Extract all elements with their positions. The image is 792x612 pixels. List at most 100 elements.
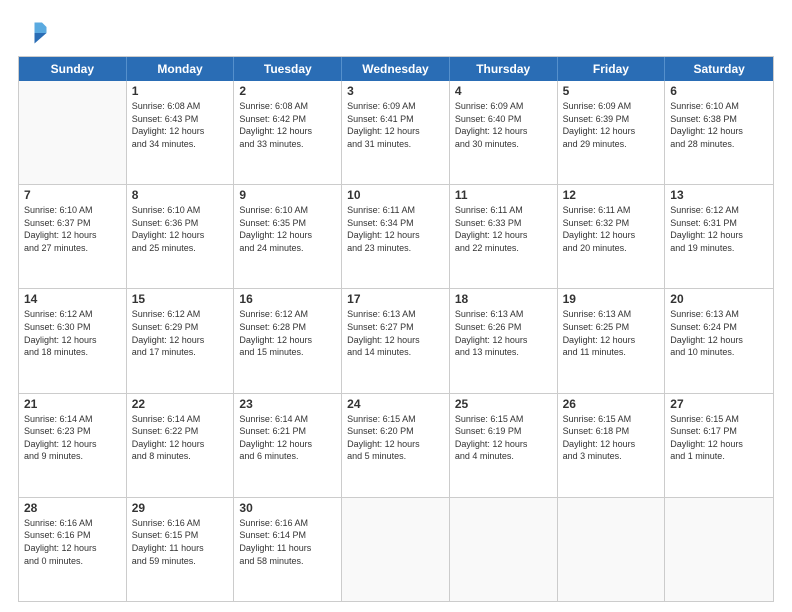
- day-number: 6: [670, 84, 768, 98]
- day-number: 30: [239, 501, 336, 515]
- day-info: Sunrise: 6:13 AM Sunset: 6:26 PM Dayligh…: [455, 308, 552, 358]
- calendar-cell: 2 Sunrise: 6:08 AM Sunset: 6:42 PM Daylig…: [234, 81, 342, 184]
- calendar-cell: 6 Sunrise: 6:10 AM Sunset: 6:38 PM Daylig…: [665, 81, 773, 184]
- day-info: Sunrise: 6:16 AM Sunset: 6:16 PM Dayligh…: [24, 517, 121, 567]
- day-number: 17: [347, 292, 444, 306]
- day-number: 29: [132, 501, 229, 515]
- day-info: Sunrise: 6:09 AM Sunset: 6:39 PM Dayligh…: [563, 100, 660, 150]
- header-day-tuesday: Tuesday: [234, 57, 342, 81]
- day-number: 1: [132, 84, 229, 98]
- calendar-cell: 1Sunrise: 6:08 AM Sunset: 6:43 PM Daylig…: [127, 81, 235, 184]
- day-number: 18: [455, 292, 552, 306]
- day-info: Sunrise: 6:13 AM Sunset: 6:27 PM Dayligh…: [347, 308, 444, 358]
- calendar-cell: 19 Sunrise: 6:13 AM Sunset: 6:25 PM Dayli…: [558, 289, 666, 392]
- calendar-cell: [665, 498, 773, 601]
- day-info: Sunrise: 6:12 AM Sunset: 6:30 PM Dayligh…: [24, 308, 121, 358]
- calendar-cell: 11Sunrise: 6:11 AM Sunset: 6:33 PM Dayli…: [450, 185, 558, 288]
- day-number: 19: [563, 292, 660, 306]
- calendar-cell: 17 Sunrise: 6:13 AM Sunset: 6:27 PM Dayli…: [342, 289, 450, 392]
- day-info: Sunrise: 6:12 AM Sunset: 6:31 PM Dayligh…: [670, 204, 768, 254]
- day-info: Sunrise: 6:10 AM Sunset: 6:36 PM Dayligh…: [132, 204, 229, 254]
- calendar-cell: 20 Sunrise: 6:13 AM Sunset: 6:24 PM Dayli…: [665, 289, 773, 392]
- header-day-thursday: Thursday: [450, 57, 558, 81]
- calendar-cell: 21Sunrise: 6:14 AM Sunset: 6:23 PM Dayli…: [19, 394, 127, 497]
- day-info: Sunrise: 6:15 AM Sunset: 6:19 PM Dayligh…: [455, 413, 552, 463]
- calendar-cell: 14 Sunrise: 6:12 AM Sunset: 6:30 PM Dayli…: [19, 289, 127, 392]
- day-info: Sunrise: 6:14 AM Sunset: 6:21 PM Dayligh…: [239, 413, 336, 463]
- calendar-cell: 3 Sunrise: 6:09 AM Sunset: 6:41 PM Daylig…: [342, 81, 450, 184]
- day-number: 11: [455, 188, 552, 202]
- day-info: Sunrise: 6:13 AM Sunset: 6:24 PM Dayligh…: [670, 308, 768, 358]
- day-number: 27: [670, 397, 768, 411]
- day-number: 13: [670, 188, 768, 202]
- calendar-row-4: 28 Sunrise: 6:16 AM Sunset: 6:16 PM Dayli…: [19, 498, 773, 601]
- calendar-cell: 5 Sunrise: 6:09 AM Sunset: 6:39 PM Daylig…: [558, 81, 666, 184]
- day-number: 26: [563, 397, 660, 411]
- page: SundayMondayTuesdayWednesdayThursdayFrid…: [0, 0, 792, 612]
- day-number: 15: [132, 292, 229, 306]
- day-number: 4: [455, 84, 552, 98]
- header-day-saturday: Saturday: [665, 57, 773, 81]
- calendar-cell: [558, 498, 666, 601]
- day-number: 24: [347, 397, 444, 411]
- calendar-cell: 4 Sunrise: 6:09 AM Sunset: 6:40 PM Daylig…: [450, 81, 558, 184]
- calendar-cell: 30 Sunrise: 6:16 AM Sunset: 6:14 PM Dayli…: [234, 498, 342, 601]
- calendar-cell: 24 Sunrise: 6:15 AM Sunset: 6:20 PM Dayli…: [342, 394, 450, 497]
- calendar-cell: 26Sunrise: 6:15 AM Sunset: 6:18 PM Dayli…: [558, 394, 666, 497]
- calendar-cell: 22Sunrise: 6:14 AM Sunset: 6:22 PM Dayli…: [127, 394, 235, 497]
- day-number: 5: [563, 84, 660, 98]
- day-number: 2: [239, 84, 336, 98]
- header-day-sunday: Sunday: [19, 57, 127, 81]
- header-day-monday: Monday: [127, 57, 235, 81]
- day-info: Sunrise: 6:11 AM Sunset: 6:34 PM Dayligh…: [347, 204, 444, 254]
- calendar-row-2: 14 Sunrise: 6:12 AM Sunset: 6:30 PM Dayli…: [19, 289, 773, 393]
- day-info: Sunrise: 6:10 AM Sunset: 6:38 PM Dayligh…: [670, 100, 768, 150]
- calendar-cell: 25Sunrise: 6:15 AM Sunset: 6:19 PM Dayli…: [450, 394, 558, 497]
- day-info: Sunrise: 6:12 AM Sunset: 6:28 PM Dayligh…: [239, 308, 336, 358]
- day-number: 16: [239, 292, 336, 306]
- calendar-cell: 27Sunrise: 6:15 AM Sunset: 6:17 PM Dayli…: [665, 394, 773, 497]
- calendar-row-3: 21Sunrise: 6:14 AM Sunset: 6:23 PM Dayli…: [19, 394, 773, 498]
- calendar-row-0: 1Sunrise: 6:08 AM Sunset: 6:43 PM Daylig…: [19, 81, 773, 185]
- calendar-cell: 7 Sunrise: 6:10 AM Sunset: 6:37 PM Daylig…: [19, 185, 127, 288]
- day-number: 22: [132, 397, 229, 411]
- day-info: Sunrise: 6:16 AM Sunset: 6:15 PM Dayligh…: [132, 517, 229, 567]
- day-number: 14: [24, 292, 121, 306]
- calendar-cell: 12 Sunrise: 6:11 AM Sunset: 6:32 PM Dayli…: [558, 185, 666, 288]
- calendar-cell: 23 Sunrise: 6:14 AM Sunset: 6:21 PM Dayli…: [234, 394, 342, 497]
- day-number: 7: [24, 188, 121, 202]
- calendar-cell: 9 Sunrise: 6:10 AM Sunset: 6:35 PM Daylig…: [234, 185, 342, 288]
- day-number: 8: [132, 188, 229, 202]
- day-number: 12: [563, 188, 660, 202]
- header: [18, 18, 774, 48]
- day-info: Sunrise: 6:09 AM Sunset: 6:41 PM Dayligh…: [347, 100, 444, 150]
- calendar-cell: 8 Sunrise: 6:10 AM Sunset: 6:36 PM Daylig…: [127, 185, 235, 288]
- day-number: 23: [239, 397, 336, 411]
- calendar-header: SundayMondayTuesdayWednesdayThursdayFrid…: [19, 57, 773, 81]
- day-info: Sunrise: 6:11 AM Sunset: 6:32 PM Dayligh…: [563, 204, 660, 254]
- header-day-friday: Friday: [558, 57, 666, 81]
- calendar-cell: [450, 498, 558, 601]
- calendar-body: 1Sunrise: 6:08 AM Sunset: 6:43 PM Daylig…: [19, 81, 773, 601]
- calendar-cell: 16 Sunrise: 6:12 AM Sunset: 6:28 PM Dayli…: [234, 289, 342, 392]
- day-number: 28: [24, 501, 121, 515]
- day-info: Sunrise: 6:10 AM Sunset: 6:37 PM Dayligh…: [24, 204, 121, 254]
- day-number: 3: [347, 84, 444, 98]
- day-info: Sunrise: 6:13 AM Sunset: 6:25 PM Dayligh…: [563, 308, 660, 358]
- calendar-cell: 29 Sunrise: 6:16 AM Sunset: 6:15 PM Dayli…: [127, 498, 235, 601]
- calendar-cell: [342, 498, 450, 601]
- day-info: Sunrise: 6:16 AM Sunset: 6:14 PM Dayligh…: [239, 517, 336, 567]
- day-number: 9: [239, 188, 336, 202]
- day-info: Sunrise: 6:10 AM Sunset: 6:35 PM Dayligh…: [239, 204, 336, 254]
- day-info: Sunrise: 6:14 AM Sunset: 6:23 PM Dayligh…: [24, 413, 121, 463]
- logo: [18, 18, 52, 48]
- day-number: 20: [670, 292, 768, 306]
- calendar-cell: 13 Sunrise: 6:12 AM Sunset: 6:31 PM Dayli…: [665, 185, 773, 288]
- header-day-wednesday: Wednesday: [342, 57, 450, 81]
- day-info: Sunrise: 6:08 AM Sunset: 6:42 PM Dayligh…: [239, 100, 336, 150]
- calendar-cell: 18 Sunrise: 6:13 AM Sunset: 6:26 PM Dayli…: [450, 289, 558, 392]
- calendar-cell: 15Sunrise: 6:12 AM Sunset: 6:29 PM Dayli…: [127, 289, 235, 392]
- calendar-cell: 10Sunrise: 6:11 AM Sunset: 6:34 PM Dayli…: [342, 185, 450, 288]
- day-info: Sunrise: 6:09 AM Sunset: 6:40 PM Dayligh…: [455, 100, 552, 150]
- day-info: Sunrise: 6:15 AM Sunset: 6:20 PM Dayligh…: [347, 413, 444, 463]
